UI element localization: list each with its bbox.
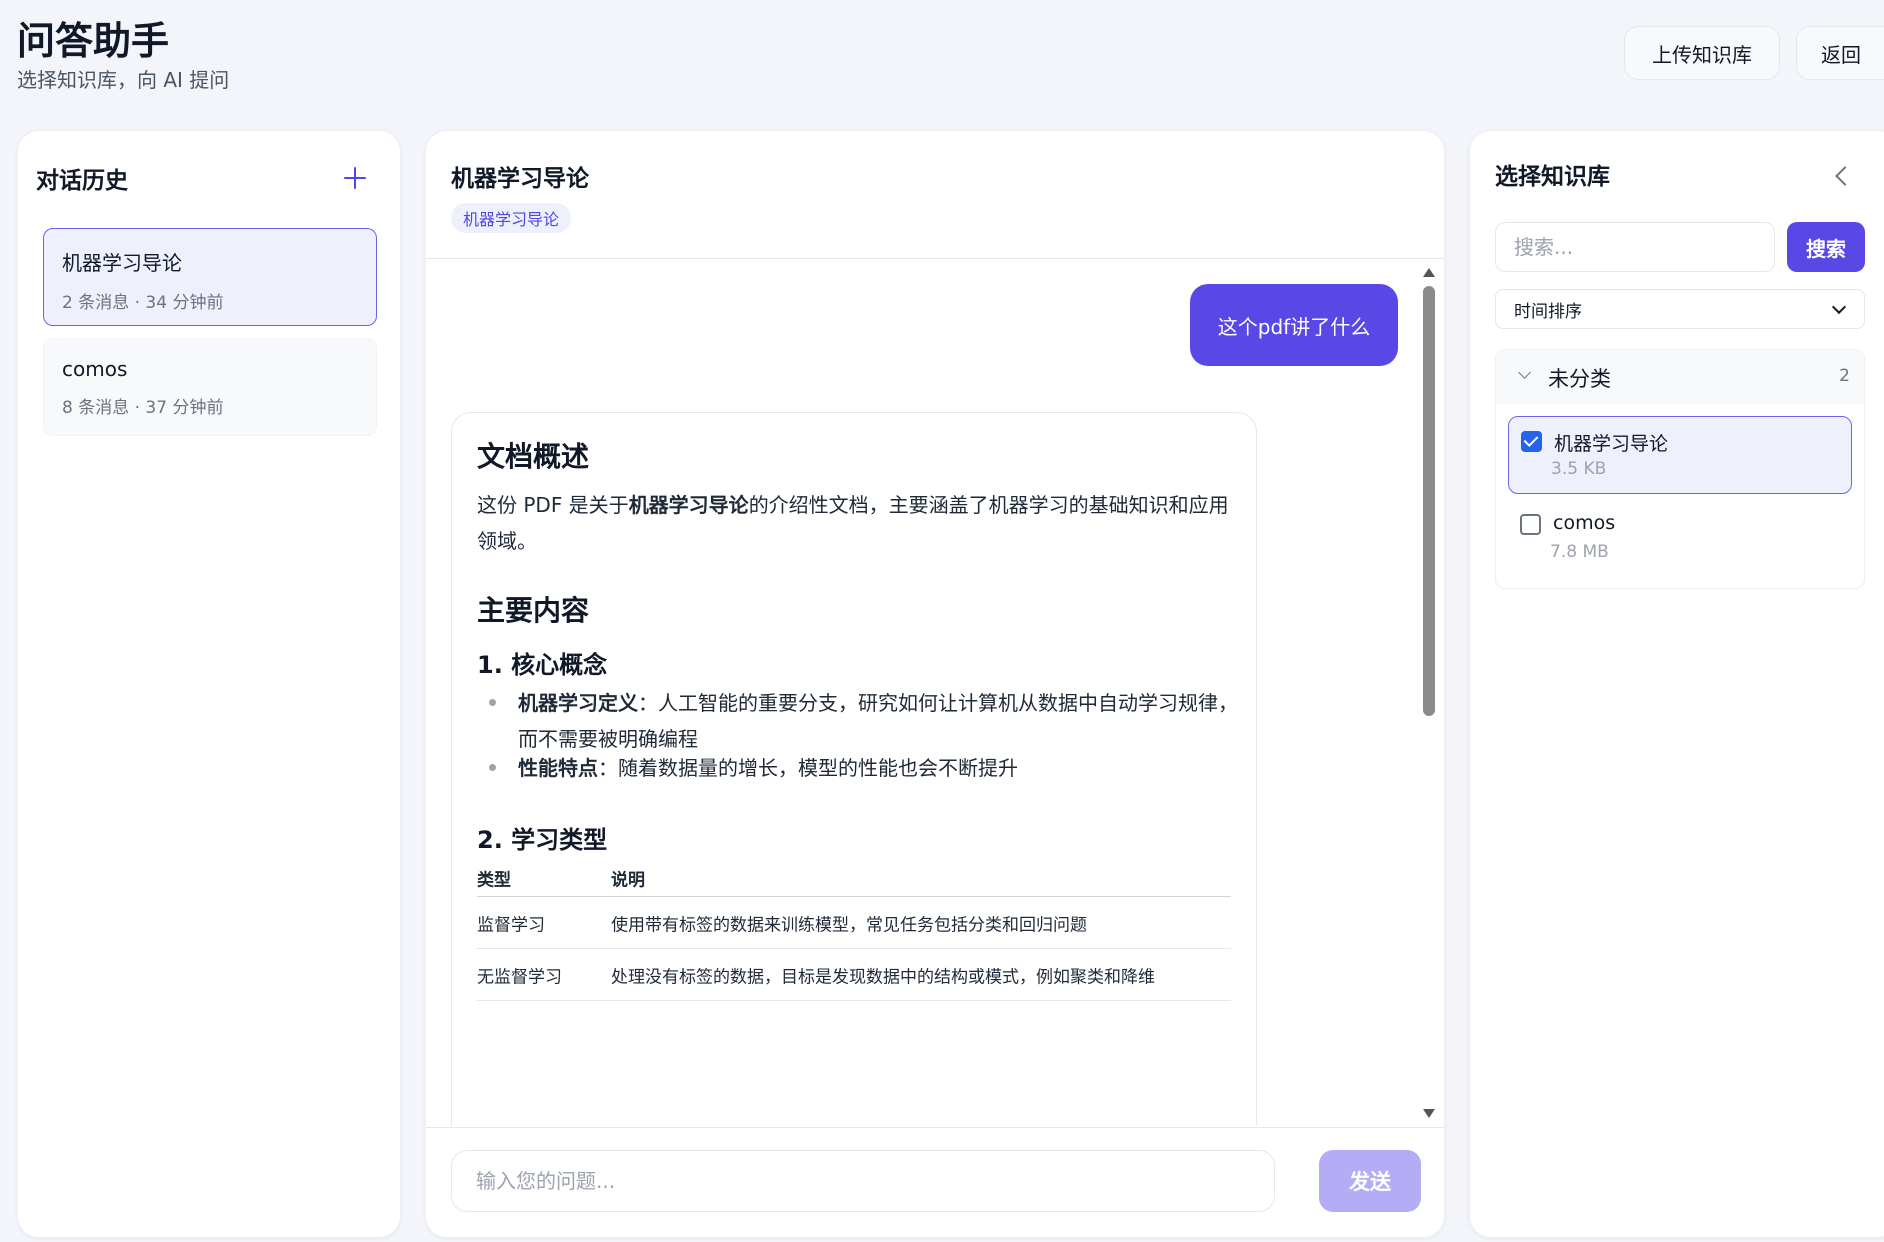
user-message: 这个pdf讲了什么 <box>1190 284 1398 366</box>
table-header-cell: 说明 <box>611 870 645 890</box>
conversation-meta: 8 条消息 · 37 分钟前 <box>62 398 224 418</box>
chat-header: 机器学习导论 机器学习导论 <box>426 131 1444 259</box>
scroll-thumb[interactable] <box>1423 286 1435 716</box>
table-row: 无监督学习 处理没有标签的数据，目标是发现数据中的结构或模式，例如聚类和降维 <box>477 949 1231 1001</box>
knowledge-base-panel: 选择知识库 搜索 时间排序 未分类 2 机器学习导论 3.5 KB comos … <box>1469 130 1884 1238</box>
back-button[interactable]: 返回 <box>1796 26 1884 80</box>
scrollbar[interactable] <box>1420 264 1438 1122</box>
history-panel: 对话历史 机器学习导论 2 条消息 · 34 分钟前 comos 8 条消息 ·… <box>17 130 401 1238</box>
kb-item[interactable]: comos 7.8 MB <box>1508 500 1852 578</box>
chat-title: 机器学习导论 <box>451 166 589 192</box>
top-bar: 问答助手 选择知识库，向 AI 提问 上传知识库 返回 <box>0 0 1884 120</box>
kb-group-count: 2 <box>1839 366 1850 386</box>
conversation-item[interactable]: 机器学习导论 2 条消息 · 34 分钟前 <box>43 228 377 326</box>
kb-item-name: 机器学习导论 <box>1554 433 1669 455</box>
page-subtitle: 选择知识库，向 AI 提问 <box>17 68 230 92</box>
bullet-icon <box>489 764 496 771</box>
checkbox-icon[interactable] <box>1520 514 1541 535</box>
page-title: 问答助手 <box>17 19 170 63</box>
upload-knowledge-base-button[interactable]: 上传知识库 <box>1624 26 1780 80</box>
send-button[interactable]: 发送 <box>1319 1150 1421 1212</box>
table-cell: 无监督学习 <box>477 967 562 987</box>
table-cell: 处理没有标签的数据，目标是发现数据中的结构或模式，例如聚类和降维 <box>611 967 1155 987</box>
message-area[interactable]: 这个pdf讲了什么 文档概述 这份 PDF 是关于机器学习导论的介绍性文档，主要… <box>426 260 1444 1126</box>
scroll-up-icon[interactable] <box>1423 268 1435 277</box>
conversation-meta: 2 条消息 · 34 分钟前 <box>62 293 224 313</box>
chevron-left-icon[interactable] <box>1835 166 1855 186</box>
question-input[interactable] <box>451 1150 1275 1212</box>
table-cell: 监督学习 <box>477 915 545 935</box>
table-row: 监督学习 使用带有标签的数据来训练模型，常见任务包括分类和回归问题 <box>477 897 1231 949</box>
kb-item-size: 7.8 MB <box>1550 542 1609 562</box>
history-title: 对话历史 <box>36 168 128 194</box>
table-header-cell: 类型 <box>477 870 511 890</box>
bullet-icon <box>489 699 496 706</box>
chevron-down-icon <box>1518 366 1531 379</box>
learning-types-table: 类型 说明 监督学习 使用带有标签的数据来训练模型，常见任务包括分类和回归问题 … <box>477 859 1231 1001</box>
chevron-down-icon <box>1831 299 1847 315</box>
input-bar: 发送 <box>426 1127 1444 1237</box>
knowledge-base-tag: 机器学习导论 <box>451 203 572 233</box>
scroll-down-icon[interactable] <box>1423 1109 1435 1118</box>
kb-item-size: 3.5 KB <box>1551 459 1607 479</box>
conversation-item[interactable]: comos 8 条消息 · 37 分钟前 <box>43 338 377 436</box>
kb-item[interactable]: 机器学习导论 3.5 KB <box>1508 416 1852 494</box>
chat-panel: 机器学习导论 机器学习导论 这个pdf讲了什么 文档概述 这份 PDF 是关于机… <box>425 130 1445 1238</box>
list-item: 性能特点：随着数据量的增长，模型的性能也会不断提升 <box>518 756 1018 780</box>
answer-subheading-types: 2. 学习类型 <box>477 826 608 854</box>
table-cell: 使用带有标签的数据来训练模型，常见任务包括分类和回归问题 <box>611 915 1087 935</box>
plus-icon[interactable] <box>340 163 370 193</box>
kb-group-header[interactable]: 未分类 2 <box>1496 350 1864 404</box>
checkbox-icon[interactable] <box>1521 431 1542 452</box>
sort-select[interactable]: 时间排序 <box>1495 289 1865 329</box>
kb-group-name: 未分类 <box>1548 367 1611 391</box>
kb-search-input[interactable] <box>1495 222 1775 272</box>
sort-select-value: 时间排序 <box>1514 301 1582 322</box>
answer-heading-main: 主要内容 <box>477 594 590 627</box>
answer-heading-overview: 文档概述 <box>477 440 590 473</box>
kb-group: 未分类 2 机器学习导论 3.5 KB comos 7.8 MB <box>1495 349 1865 589</box>
answer-intro: 这份 PDF 是关于机器学习导论的介绍性文档，主要涵盖了机器学习的基础知识和应用… <box>477 493 1229 553</box>
answer-subheading-core: 1. 核心概念 <box>477 651 608 679</box>
kb-search-button[interactable]: 搜索 <box>1787 222 1865 272</box>
kb-title: 选择知识库 <box>1495 164 1610 190</box>
conversation-name: comos <box>62 357 128 381</box>
assistant-message: 文档概述 这份 PDF 是关于机器学习导论的介绍性文档，主要涵盖了机器学习的基础… <box>451 412 1257 1126</box>
kb-item-name: comos <box>1553 512 1616 534</box>
table-header-row: 类型 说明 <box>477 859 1231 897</box>
conversation-name: 机器学习导论 <box>62 251 182 275</box>
list-item: 机器学习定义：人工智能的重要分支，研究如何让计算机从数据中自动学习规律，而不需要… <box>518 691 1238 751</box>
